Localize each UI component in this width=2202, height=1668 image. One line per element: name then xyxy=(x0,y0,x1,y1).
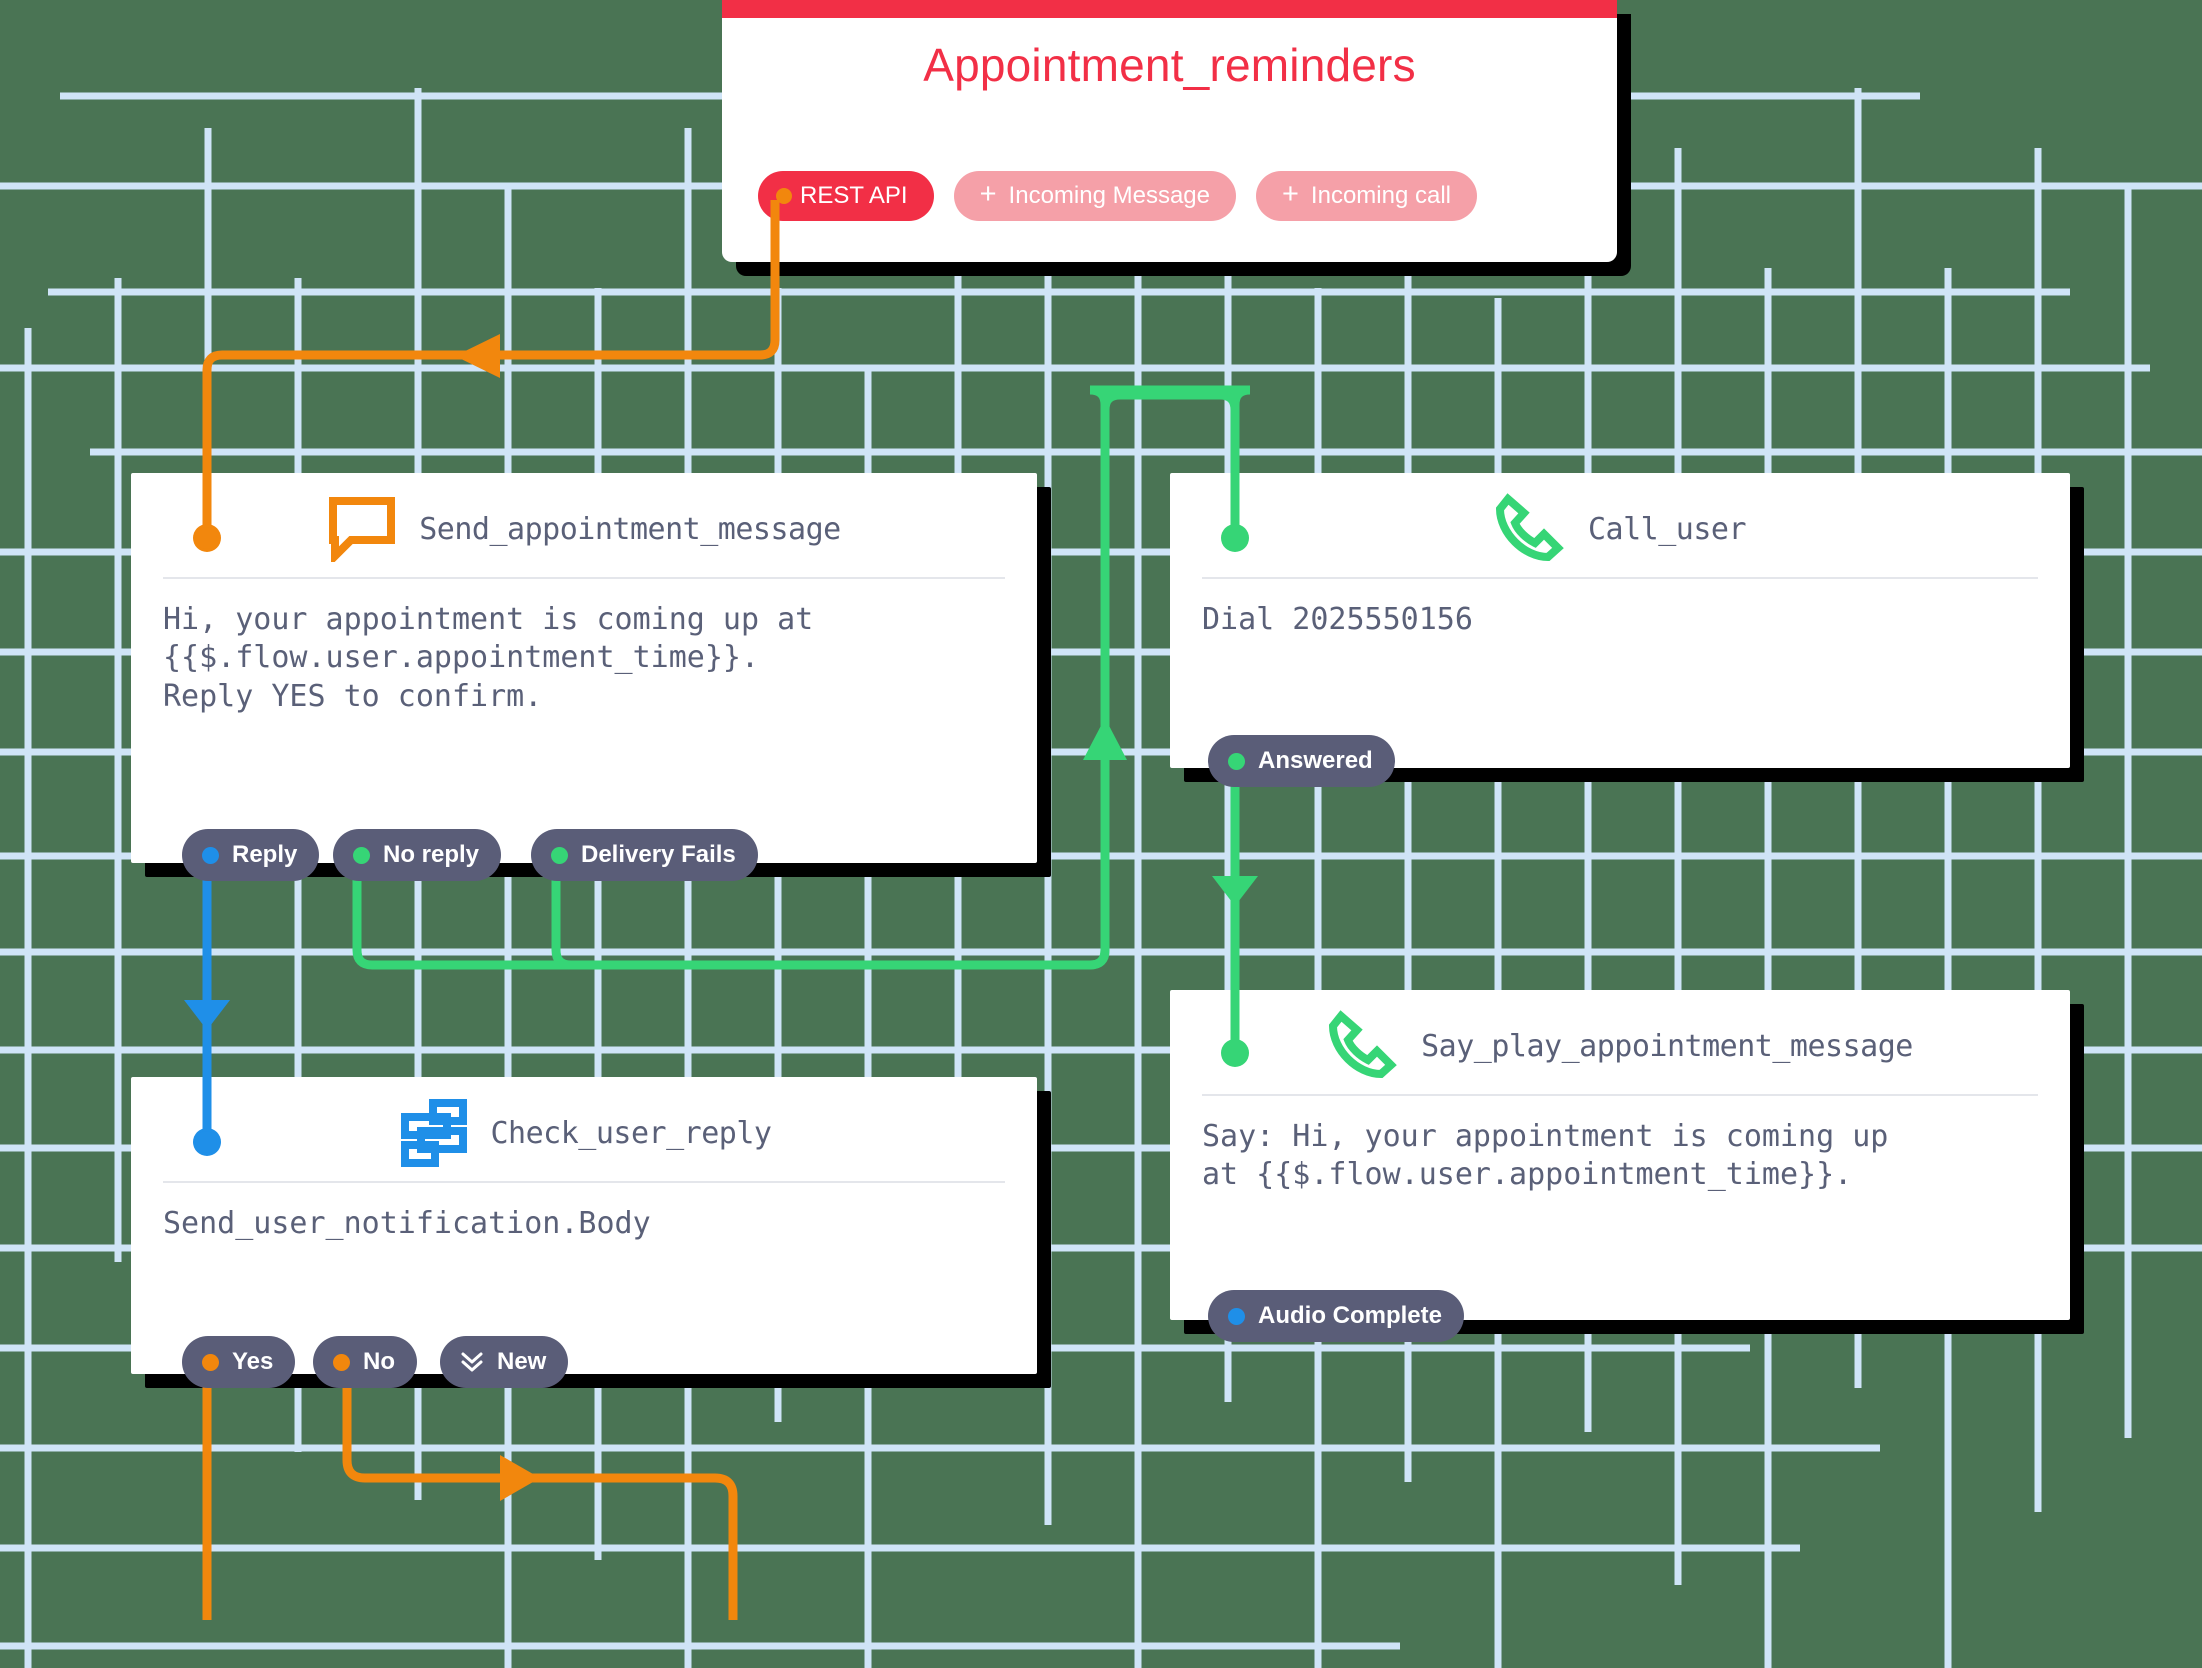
node-check-user-reply[interactable]: Check_user_reply Send_user_notification.… xyxy=(131,1077,1037,1374)
edge-arrow-answered xyxy=(1212,876,1258,906)
trigger-rest-api[interactable]: REST API xyxy=(758,171,934,221)
exit-pill-label: No reply xyxy=(383,841,480,868)
trigger-incoming-call-label: Incoming call xyxy=(1310,182,1451,209)
split-branch-icon xyxy=(400,1099,467,1167)
exit-pill-delivery-fails[interactable]: Delivery Fails xyxy=(531,829,758,881)
chat-bubble-icon xyxy=(329,497,396,562)
exit-pill-no-reply[interactable]: No reply xyxy=(333,829,502,881)
edge-arrow-reply xyxy=(184,1000,230,1030)
trigger-rest-api-label: REST API xyxy=(800,182,908,209)
node-title: Send_appointment_message xyxy=(419,511,841,547)
edge-arrow-rest-api xyxy=(455,334,500,378)
trigger-incoming-call[interactable]: + Incoming call xyxy=(1255,171,1477,221)
node-send-appointment-message[interactable]: Send_appointment_message Hi, your appoin… xyxy=(131,473,1037,863)
exit-pill-audio-complete[interactable]: Audio Complete xyxy=(1208,1290,1464,1342)
flow-canvas[interactable]: Appointment_reminders REST API + Incomin… xyxy=(0,0,2202,1668)
exit-dot xyxy=(1228,1307,1245,1325)
exit-dot xyxy=(202,846,219,864)
node-body: Send_user_notification.Body xyxy=(163,1206,651,1241)
trigger-accent-bar xyxy=(722,0,1617,18)
node-title: Call_user xyxy=(1587,511,1747,547)
exit-pill-yes[interactable]: Yes xyxy=(182,1336,296,1388)
phone-icon xyxy=(1495,493,1564,562)
exit-pill-no[interactable]: No xyxy=(313,1336,417,1388)
trigger-card[interactable]: Appointment_reminders REST API + Incomin… xyxy=(722,0,1617,262)
node-title: Say_play_appointment_message xyxy=(1421,1028,1913,1064)
exit-pill-reply[interactable]: Reply xyxy=(182,829,320,881)
exit-pill-new[interactable]: New xyxy=(440,1336,569,1388)
phone-icon xyxy=(1329,1010,1397,1079)
input-handle-send-appointment-message[interactable] xyxy=(195,527,217,549)
node-body: Hi, your appointment is coming up at {{$… xyxy=(163,602,814,714)
input-handle-call-user[interactable] xyxy=(1224,527,1246,549)
exit-dot xyxy=(353,846,370,864)
exit-pill-answered[interactable]: Answered xyxy=(1208,735,1395,787)
node-body: Dial 2025550156 xyxy=(1202,602,1473,637)
node-header: Check_user_reply xyxy=(131,1077,1037,1181)
input-handle-check-user-reply[interactable] xyxy=(195,1131,217,1153)
exit-dot xyxy=(333,1353,350,1371)
exit-dot xyxy=(202,1353,219,1371)
exit-pill-label: Yes xyxy=(232,1348,274,1375)
trigger-incoming-message-label: Incoming Message xyxy=(1008,182,1210,209)
plus-icon: + xyxy=(1281,178,1299,210)
exit-dot xyxy=(1228,752,1245,770)
chevron-double-down-icon xyxy=(461,1352,483,1372)
edge-arrow-green-up xyxy=(1083,718,1127,760)
exit-pill-label: Reply xyxy=(232,841,298,868)
exit-pill-label: Audio Complete xyxy=(1258,1302,1442,1329)
node-header: Say_play_appointment_message xyxy=(1170,990,2070,1094)
trigger-chip-list: REST API + Incoming Message + Incoming c… xyxy=(758,171,1477,221)
exit-pill-label: Delivery Fails xyxy=(581,841,736,868)
node-call-user[interactable]: Call_user Dial 2025550156 xyxy=(1170,473,2070,768)
trigger-incoming-message[interactable]: + Incoming Message xyxy=(953,171,1236,221)
node-body: Say: Hi, your appointment is coming up a… xyxy=(1202,1119,1889,1193)
exit-pill-label: New xyxy=(497,1348,547,1375)
flow-title: Appointment_reminders xyxy=(923,39,1416,91)
exit-pill-label: Answered xyxy=(1258,747,1373,774)
exit-dot xyxy=(551,846,568,864)
node-header: Send_appointment_message xyxy=(131,473,1037,577)
edge-no-outgoing xyxy=(342,1362,738,1620)
node-header: Call_user xyxy=(1170,473,2070,577)
input-handle-say-play-appointment-message[interactable] xyxy=(1224,1042,1246,1064)
edge-arrow-no xyxy=(500,1455,540,1501)
node-title: Check_user_reply xyxy=(490,1115,772,1151)
rest-api-handle-dot[interactable] xyxy=(776,188,792,204)
exit-pill-label: No xyxy=(363,1348,395,1375)
node-say-play-appointment-message[interactable]: Say_play_appointment_message Say: Hi, yo… xyxy=(1170,990,2070,1320)
plus-icon: + xyxy=(979,178,997,210)
